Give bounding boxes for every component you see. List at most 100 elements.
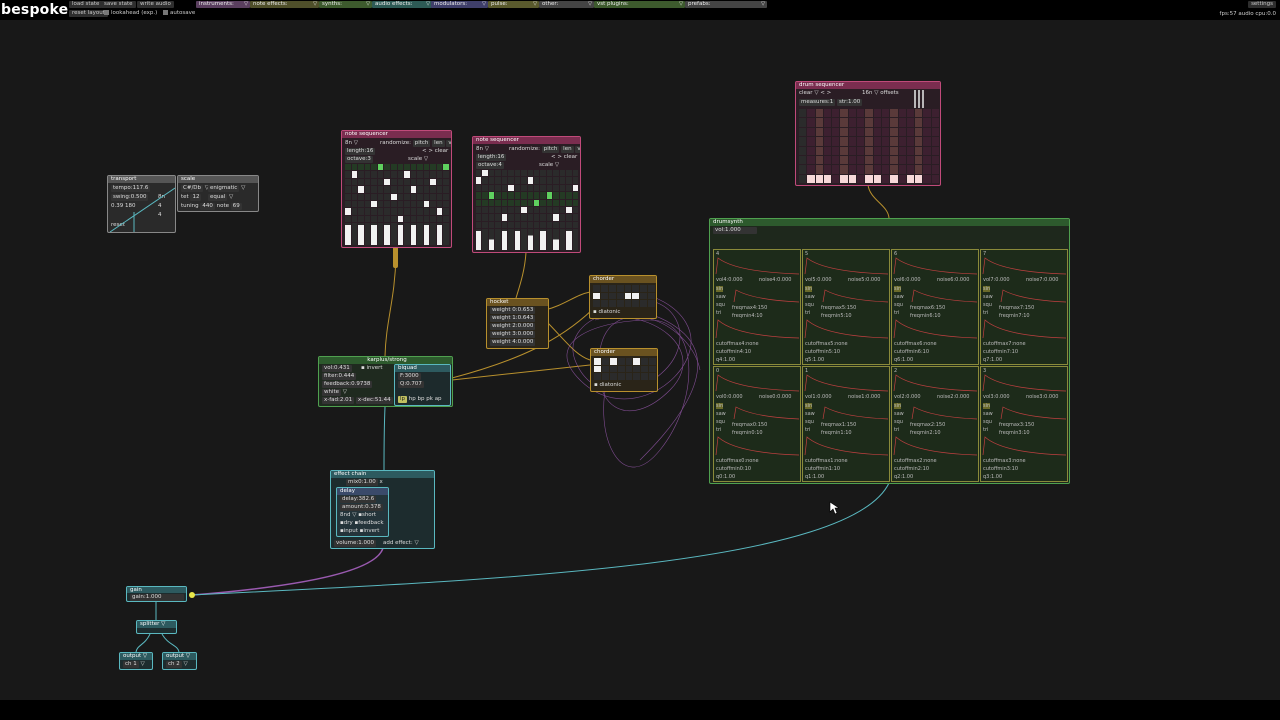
seq-step[interactable]	[443, 200, 449, 208]
seq-step[interactable]	[533, 177, 540, 184]
drum-step[interactable]	[857, 174, 865, 183]
seq2-mode-dropdown[interactable]: scale ▽	[539, 162, 559, 169]
chord-cell[interactable]	[616, 300, 624, 307]
drum-step[interactable]	[807, 165, 815, 174]
karplus-xfade-slider[interactable]: x-fad:2.01 x-dec:51.44	[322, 397, 393, 404]
velocity-bar[interactable]	[572, 229, 578, 250]
patch-canvas[interactable]: transport tempo:117.6 swing:0.500 0.39 1…	[0, 20, 1280, 700]
drum-step[interactable]	[840, 165, 848, 174]
note-sequencer-1[interactable]: note sequencer 8n ▽ randomize: pitch len…	[341, 130, 452, 248]
seq-step[interactable]	[521, 221, 527, 228]
chord-cell[interactable]	[648, 292, 655, 300]
save-state-button[interactable]: save state	[101, 1, 136, 8]
seq-step[interactable]	[514, 192, 521, 199]
pad-freqmin[interactable]: freqmin4:10	[732, 313, 763, 319]
seq-step[interactable]	[488, 177, 495, 184]
pad-vol[interactable]: vol2:0.000	[894, 394, 921, 400]
drum-step[interactable]	[881, 127, 890, 137]
seq-step[interactable]	[482, 206, 488, 214]
seq-step[interactable]	[495, 221, 501, 228]
drum-step[interactable]	[915, 127, 923, 137]
drum-step[interactable]	[931, 146, 939, 155]
seq-step[interactable]	[572, 214, 578, 221]
drum-step[interactable]	[906, 174, 915, 183]
seq-step[interactable]	[443, 178, 449, 186]
hocket-weight-4[interactable]: weight 4:0.000	[490, 339, 536, 346]
drum-step[interactable]	[898, 165, 906, 174]
biquad-module[interactable]: biquad F:3000 Q:0.707 lp hp bp pk ap	[394, 364, 451, 406]
seq-step[interactable]	[488, 221, 495, 228]
chord-cell[interactable]	[608, 292, 616, 300]
drum-pad-3[interactable]: 3 vol3:0.000 noise3:0.000 freqmax3:150 freqm…	[980, 366, 1068, 482]
drum-step[interactable]	[898, 127, 906, 137]
seq1-randomize[interactable]: randomize: pitch len vel	[380, 140, 451, 147]
seq-step[interactable]	[476, 177, 482, 184]
drum-step[interactable]	[873, 165, 881, 174]
seq-step[interactable]	[521, 206, 527, 214]
drum-step[interactable]	[807, 127, 815, 137]
seq-step[interactable]	[546, 177, 553, 184]
pulse-dropdown[interactable]: pulse: ▽	[488, 1, 539, 8]
seq-step[interactable]	[514, 214, 521, 221]
seq-step[interactable]	[364, 186, 371, 193]
seq2-interval-dropdown[interactable]: 8n ▽	[476, 146, 489, 153]
drum-step[interactable]	[857, 137, 865, 146]
seq-step[interactable]	[377, 164, 384, 171]
seq-step[interactable]	[436, 171, 443, 178]
seq-step[interactable]	[566, 206, 572, 214]
seq-step[interactable]	[358, 171, 364, 178]
drum-pad-6[interactable]: 6 vol6:0.000 noise6:0.000 freqmax6:150 freqm…	[891, 249, 979, 365]
seq-step[interactable]	[572, 177, 578, 184]
drum-step[interactable]	[873, 174, 881, 183]
seq-step[interactable]	[527, 221, 533, 228]
drum-step[interactable]	[823, 174, 832, 183]
seq-step[interactable]	[521, 192, 527, 199]
seq-step[interactable]	[351, 215, 358, 222]
seq-step[interactable]	[397, 193, 404, 200]
other-dropdown[interactable]: other: ▽	[539, 1, 594, 8]
velocity-bar[interactable]	[476, 229, 482, 250]
drum-step[interactable]	[807, 118, 815, 127]
pad-freqmax[interactable]: freqmax7:150	[999, 305, 1034, 311]
pad-vol[interactable]: vol1:0.000	[805, 394, 832, 400]
pad-noise[interactable]: noise1:0.000	[848, 394, 880, 400]
seq-step[interactable]	[417, 186, 423, 193]
chord-cell[interactable]	[632, 300, 640, 307]
pad-noise[interactable]: noise6:0.000	[937, 277, 969, 283]
seq-step[interactable]	[540, 221, 546, 228]
karplus-feedback-slider[interactable]: feedback:0.9738	[322, 381, 373, 388]
output-2-channel[interactable]: ch 2 ▽	[166, 661, 188, 668]
seq-step[interactable]	[417, 200, 423, 208]
seq-step[interactable]	[540, 199, 546, 206]
reset-layout-button[interactable]: reset layout	[69, 10, 108, 17]
seq-step[interactable]	[423, 178, 430, 186]
seq-step[interactable]	[527, 199, 533, 206]
seq-step[interactable]	[546, 199, 553, 206]
drum-sequencer[interactable]: drum sequencer clear ▽ < > 16n ▽ offsets…	[795, 81, 941, 186]
seq-step[interactable]	[351, 171, 358, 178]
velocity-bar[interactable]	[423, 223, 430, 245]
seq-step[interactable]	[572, 206, 578, 214]
seq-step[interactable]	[514, 184, 521, 192]
pad-noise[interactable]: noise7:0.000	[1026, 277, 1058, 283]
pad-q[interactable]: q1:1.00	[805, 474, 824, 480]
drum-step[interactable]	[857, 109, 865, 118]
seq-step[interactable]	[533, 206, 540, 214]
seq-step[interactable]	[404, 193, 410, 200]
drum-step[interactable]	[906, 127, 915, 137]
drum-pad-2[interactable]: 2 vol2:0.000 noise2:0.000 freqmax2:150 freqm…	[891, 366, 979, 482]
seq-step[interactable]	[501, 221, 508, 228]
seq-step[interactable]	[364, 178, 371, 186]
drum-step[interactable]	[807, 174, 815, 183]
seq-step[interactable]	[566, 221, 572, 228]
seq-step[interactable]	[390, 215, 397, 222]
seq2-length-slider[interactable]: length:16	[476, 154, 507, 161]
velocity-bar[interactable]	[371, 223, 377, 245]
seq-step[interactable]	[397, 208, 404, 215]
seq-step[interactable]	[566, 170, 572, 177]
pad-wave-squ[interactable]: squ	[894, 302, 903, 308]
velocity-bar[interactable]	[508, 229, 514, 250]
drum-row-label[interactable]	[799, 146, 807, 155]
seq-step[interactable]	[443, 193, 449, 200]
seq-step[interactable]	[521, 184, 527, 192]
